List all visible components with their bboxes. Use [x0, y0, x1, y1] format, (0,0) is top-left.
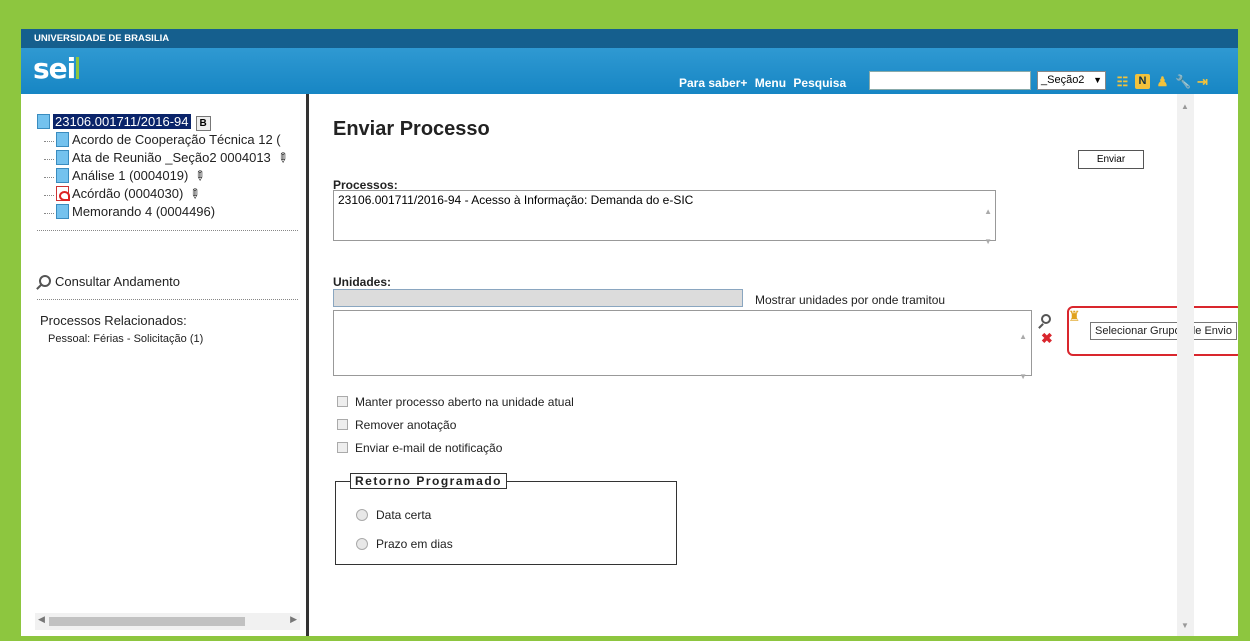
list-scroll-arrows[interactable]: ▲ ▼ [1019, 317, 1027, 397]
user-icon[interactable]: ♟ [1155, 74, 1170, 89]
radio-fixed-date[interactable]: Data certa [356, 508, 431, 522]
search-input[interactable] [869, 71, 1031, 90]
scroll-up-icon[interactable]: ▲ [1181, 102, 1189, 111]
pen-icon: ✎ [273, 148, 292, 167]
send-button[interactable]: Enviar [1078, 150, 1144, 169]
document-icon [56, 150, 69, 165]
nav-bar: sei Para saber+ Menu Pesquisa _Seção2 ▼ ☷… [21, 48, 1238, 94]
tree-item[interactable]: Memorando 4 (0004496) [44, 204, 288, 222]
tree-item[interactable]: Acórdão (0004030) ✎ [44, 184, 288, 204]
scroll-left-icon[interactable]: ◀ [38, 614, 45, 625]
university-bar: UNIVERSIDADE DE BRASILIA [21, 29, 1238, 48]
checkbox-keep-open[interactable]: Manter processo aberto na unidade atual [337, 395, 574, 409]
checkbox-remove-note[interactable]: Remover anotação [337, 418, 456, 432]
app-window: UNIVERSIDADE DE BRASILIA sei Para saber+… [21, 29, 1238, 636]
tree-items: Acordo de Cooperação Técnica 12 ( Ata de… [44, 132, 292, 222]
remove-icon[interactable]: ✖ [1041, 330, 1053, 347]
document-icon [56, 204, 69, 219]
units-input[interactable] [333, 289, 743, 307]
scroll-thumb[interactable] [49, 617, 245, 626]
checkbox-email[interactable]: Enviar e-mail de notificação [337, 441, 502, 455]
process-tree-panel: 23106.001711/2016-94 B Acordo de Cooperaç… [21, 94, 309, 636]
divider [37, 230, 298, 231]
pdf-icon [56, 186, 70, 201]
related-process-link[interactable]: Pessoal: Férias - Solicitação (1) [48, 333, 203, 345]
vertical-scrollbar[interactable]: ▲ ▼ [1177, 94, 1194, 636]
dropdown-arrow-icon: ▼ [1093, 75, 1102, 85]
field-scroll-arrows[interactable]: ▲ ▼ [984, 197, 992, 257]
pen-icon: ✎ [191, 166, 210, 185]
page-title: Enviar Processo [333, 118, 490, 140]
scheduled-return-group: Retorno Programado Data certa Prazo em d… [335, 473, 677, 565]
document-icon [56, 168, 69, 183]
radio[interactable] [356, 538, 368, 550]
nav-link-saber[interactable]: Para saber+ [679, 76, 747, 90]
tree-item[interactable]: Ata de Reunião _Seção2 0004013 ✎ [44, 148, 292, 168]
document-icon [56, 132, 69, 147]
horizontal-scrollbar[interactable]: ◀ ▶ [35, 613, 300, 630]
units-list[interactable]: ▲ ▼ [333, 310, 1032, 381]
radio[interactable] [356, 509, 368, 521]
checkbox[interactable] [337, 442, 348, 453]
main-content: Enviar Processo Enviar Processos: 23106.… [312, 94, 1238, 636]
nav-links: Para saber+ Menu Pesquisa [679, 76, 850, 90]
nav-link-menu[interactable]: Menu [755, 76, 786, 90]
scroll-down-icon[interactable]: ▼ [1181, 621, 1189, 630]
units-label: Unidades: [333, 275, 392, 289]
search-icon[interactable] [1041, 310, 1055, 326]
university-name: UNIVERSIDADE DE BRASILIA [34, 33, 170, 44]
nav-link-pesquisa[interactable]: Pesquisa [793, 76, 846, 90]
unit-select[interactable]: _Seção2 ▼ [1037, 71, 1106, 90]
exit-icon[interactable]: ⇥ [1195, 74, 1210, 89]
n-icon[interactable]: N [1135, 73, 1150, 89]
radio-days[interactable]: Prazo em dias [356, 537, 453, 551]
tree-item[interactable]: Acordo de Cooperação Técnica 12 ( [44, 132, 288, 150]
tooltip: Selecionar Grupos de Envio [1090, 322, 1237, 340]
checkbox[interactable] [337, 419, 348, 430]
b-badge[interactable]: B [195, 116, 211, 131]
divider [37, 299, 298, 300]
related-processes-title: Processos Relacionados: [40, 313, 187, 328]
checkbox[interactable] [337, 396, 348, 407]
sei-logo[interactable]: sei [33, 52, 80, 85]
show-units-link[interactable]: Mostrar unidades por onde tramitou [755, 293, 945, 307]
scroll-right-icon[interactable]: ▶ [290, 614, 297, 625]
pen-icon: ✎ [185, 184, 205, 203]
nav-icons: ☷ N ♟ 🔧 ⇥ [1115, 73, 1210, 89]
processes-field[interactable]: 23106.001711/2016-94 - Acesso à Informaç… [333, 190, 996, 246]
wrench-icon[interactable]: 🔧 [1175, 74, 1191, 89]
scheduled-return-legend: Retorno Programado [350, 473, 508, 489]
process-icon [37, 114, 50, 129]
magnifier-icon [39, 275, 51, 287]
list-icon[interactable]: ☷ [1115, 74, 1130, 89]
logo-accent [76, 57, 80, 79]
tree-root[interactable]: 23106.001711/2016-94 B [37, 114, 211, 131]
consult-progress-link[interactable]: Consultar Andamento [39, 274, 180, 289]
tree-item[interactable]: Análise 1 (0004019) ✎ [44, 166, 288, 186]
